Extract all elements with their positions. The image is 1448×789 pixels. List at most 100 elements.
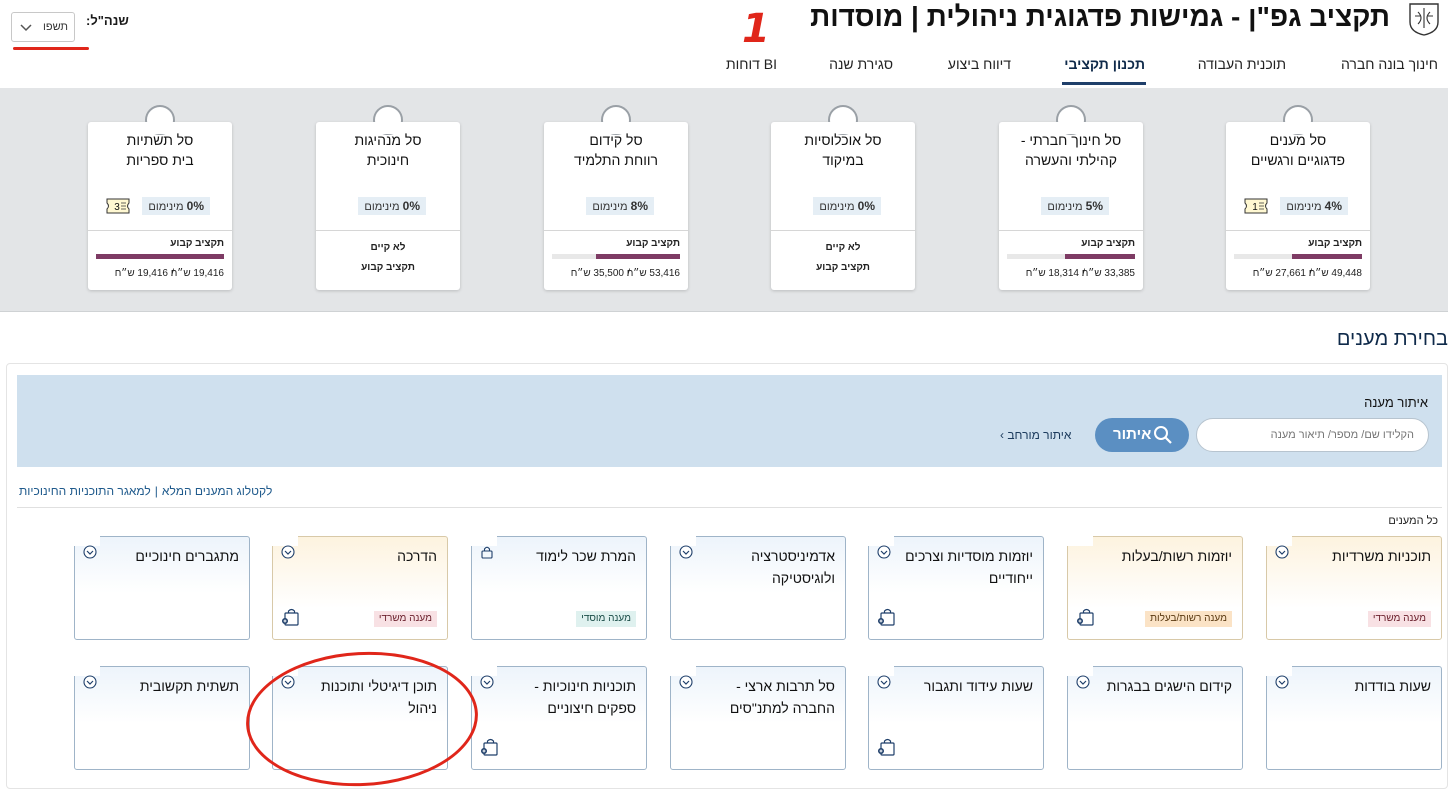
shopping-bag-icon[interactable] (877, 607, 897, 627)
response-type-badge: מענה רשות/בעלות (1145, 611, 1232, 627)
page-header: תקציב גפ"ן - גמישות פדגוגית ניהולית | מו… (0, 0, 1448, 88)
amount-separator: / (1082, 268, 1085, 279)
minimum-badge: 4% מינימום (1280, 197, 1348, 215)
response-tile[interactable]: הדרכה מענה משרדי (272, 536, 448, 640)
chevron-down-icon[interactable] (877, 545, 891, 559)
year-select[interactable]: תשפו (11, 12, 75, 42)
page-title: תקציב גפ"ן - גמישות פדגוגית ניהולית | מו… (810, 1, 1390, 32)
basket-card[interactable]: סל מנהיגות חינוכית 0% מינימום לא קיים תקציב … (316, 105, 460, 290)
amount-used: 18,314 ש״ח (1025, 268, 1079, 279)
year-select-value: תשפו (43, 21, 68, 33)
response-tile[interactable]: המרת שכר לימוד מענה מוסדי (471, 536, 647, 640)
response-tile[interactable]: תוכניות חינוכיות - ספקים חיצוניים (471, 666, 647, 770)
chevron-down-icon[interactable] (281, 545, 295, 559)
basket-card[interactable]: סל קידום רווחת התלמיד 8% מינימום תקציב קבוע… (544, 105, 688, 290)
response-tile[interactable]: מתגברים חינוכיים (74, 536, 250, 640)
fixed-budget-label: תקציב קבוע (170, 238, 224, 249)
chevron-down-icon[interactable] (877, 675, 891, 689)
tab-execution-report[interactable]: דיווח ביצוע (948, 56, 1011, 72)
response-tile[interactable]: אדמיניסטרציה ולוגיסטיקה (670, 536, 846, 640)
search-title: איתור מענה (1364, 395, 1428, 410)
tab-social-education[interactable]: חינוך בונה חברה (1341, 56, 1438, 72)
response-type-badge: מענה משרדי (373, 611, 437, 627)
budget-progress-bar (552, 254, 680, 259)
annotation-number: 1 (742, 6, 770, 52)
basket-card[interactable]: סל אוכלוסיות במיקוד 0% מינימום לא קיים תקציב… (771, 105, 915, 290)
basket-minimum: 0% מינימום 3 (88, 197, 232, 217)
tab-work-plan[interactable]: תוכנית העבודה (1198, 56, 1286, 72)
shopping-bag-icon[interactable] (877, 737, 897, 757)
chevron-down-icon[interactable] (679, 545, 693, 559)
basket-minimum: 0% מינימום (316, 197, 460, 217)
basket-card[interactable]: סל חינוך חברתי - קהילתי והעשרה 5% מינימום ת… (999, 105, 1143, 290)
amount-total: 19,416 ש״ח (170, 268, 224, 279)
tile-title: המרת שכר לימוד (536, 548, 636, 564)
response-tile[interactable]: יוזמות רשות/בעלות מענה רשות/בעלות (1067, 536, 1243, 640)
tile-title: תוכניות חינוכיות - ספקים חיצוניים (534, 678, 636, 716)
basket-separator (999, 230, 1143, 231)
shopping-bag-icon[interactable] (1076, 607, 1096, 627)
basket-separator (316, 230, 460, 231)
chevron-down-icon[interactable] (1076, 675, 1090, 689)
search-button[interactable]: איתור (1095, 418, 1189, 452)
response-tile[interactable]: יוזמות מוסדיות וצרכים ייחודיים (868, 536, 1044, 640)
chevron-down-icon[interactable] (1275, 545, 1289, 559)
tab-budget-planning[interactable]: תכנון תקציבי (1064, 56, 1145, 72)
shopping-bag-icon[interactable] (281, 607, 301, 627)
basket-card[interactable]: סל תשתיות בית ספריות 0% מינימום 3 תקציב קבוע… (88, 105, 232, 290)
basket-card[interactable]: סל מענים פדגוגיים ורגשיים 4% מינימום 1 תקציב… (1226, 105, 1370, 290)
tile-title: הדרכה (397, 548, 437, 564)
chevron-down-icon[interactable] (281, 675, 295, 689)
main-nav: חינוך בונה חברה תוכנית העבודה תכנון תקצי… (0, 50, 1448, 88)
tab-bi-reports[interactable]: דוחות BI (726, 56, 777, 72)
search-button-label: איתור (1113, 426, 1152, 443)
budget-progress-fill (96, 254, 224, 259)
basket-title: סל חינוך חברתי - קהילתי והעשרה (1020, 132, 1122, 168)
response-type-badge: מענה מוסדי (576, 611, 636, 627)
basket-not-available: לא קיים תקציב קבוע (361, 242, 415, 273)
amount-separator: / (171, 268, 174, 279)
minimum-badge: 0% מינימום (358, 197, 426, 215)
advanced-search-label: איתור מורחב (1007, 428, 1072, 442)
fixed-budget-label: תקציב קבוע (1081, 238, 1135, 249)
chevron-down-icon[interactable] (83, 545, 97, 559)
advanced-search-link[interactable]: ‹ איתור מורחב (1000, 428, 1071, 442)
tab-year-closing[interactable]: סגירת שנה (829, 56, 893, 72)
response-tile[interactable]: שעות בודדות (1266, 666, 1442, 770)
response-tile[interactable]: תוכניות משרדיות מענה משרדי (1266, 536, 1442, 640)
tile-title: סל תרבות ארצי - החברה למתנ"סים (729, 678, 835, 716)
response-tile[interactable]: שעות עידוד ותגבור (868, 666, 1044, 770)
chevron-down-icon[interactable] (83, 675, 97, 689)
budget-progress-bar (1234, 254, 1362, 259)
catalog-link[interactable]: לקטלוג המענים המלא (162, 484, 272, 498)
response-tile[interactable]: תשתית תקשובית (74, 666, 250, 770)
basket-not-available: לא קיים תקציב קבוע (816, 242, 870, 273)
tile-corner (1067, 536, 1093, 546)
tile-title: יוזמות רשות/בעלות (1121, 548, 1232, 564)
basket-title: סל תשתיות בית ספריות (126, 132, 194, 168)
amount-used: 19,416 ש״ח (114, 268, 168, 279)
ticket-icon: 3 (106, 198, 130, 214)
amount-used: 35,500 ש״ח (570, 268, 624, 279)
response-tile[interactable]: תוכן דיגיטלי ותוכנות ניהול (272, 666, 448, 770)
amount-total: 53,416 ש״ח (626, 268, 680, 279)
chevron-down-icon[interactable] (679, 675, 693, 689)
chevron-down-icon[interactable] (480, 675, 494, 689)
ticket-icon: 1 (1244, 198, 1268, 214)
year-label: שנה"ל: (86, 13, 129, 28)
shopping-bag-icon[interactable] (480, 737, 500, 757)
tile-title: תוכן דיגיטלי ותוכנות ניהול (321, 678, 437, 716)
search-input[interactable] (1196, 418, 1429, 452)
section-heading: בחירת מענים (1336, 328, 1448, 350)
response-tile[interactable]: סל תרבות ארצי - החברה למתנ"סים (670, 666, 846, 770)
repository-link[interactable]: למאגר התוכניות החינוכיות (19, 484, 151, 498)
tile-title: תשתית תקשובית (139, 678, 239, 694)
basket-minimum: 8% מינימום (544, 197, 688, 217)
tile-title: קידום הישגים בבגרות (1106, 678, 1232, 694)
active-tab-indicator (1062, 82, 1146, 85)
chevron-down-icon (20, 24, 32, 32)
chevron-down-icon[interactable] (1275, 675, 1289, 689)
fixed-budget-label: תקציב קבוע (626, 238, 680, 249)
response-tile[interactable]: קידום הישגים בבגרות (1067, 666, 1243, 770)
search-icon (1154, 426, 1172, 444)
